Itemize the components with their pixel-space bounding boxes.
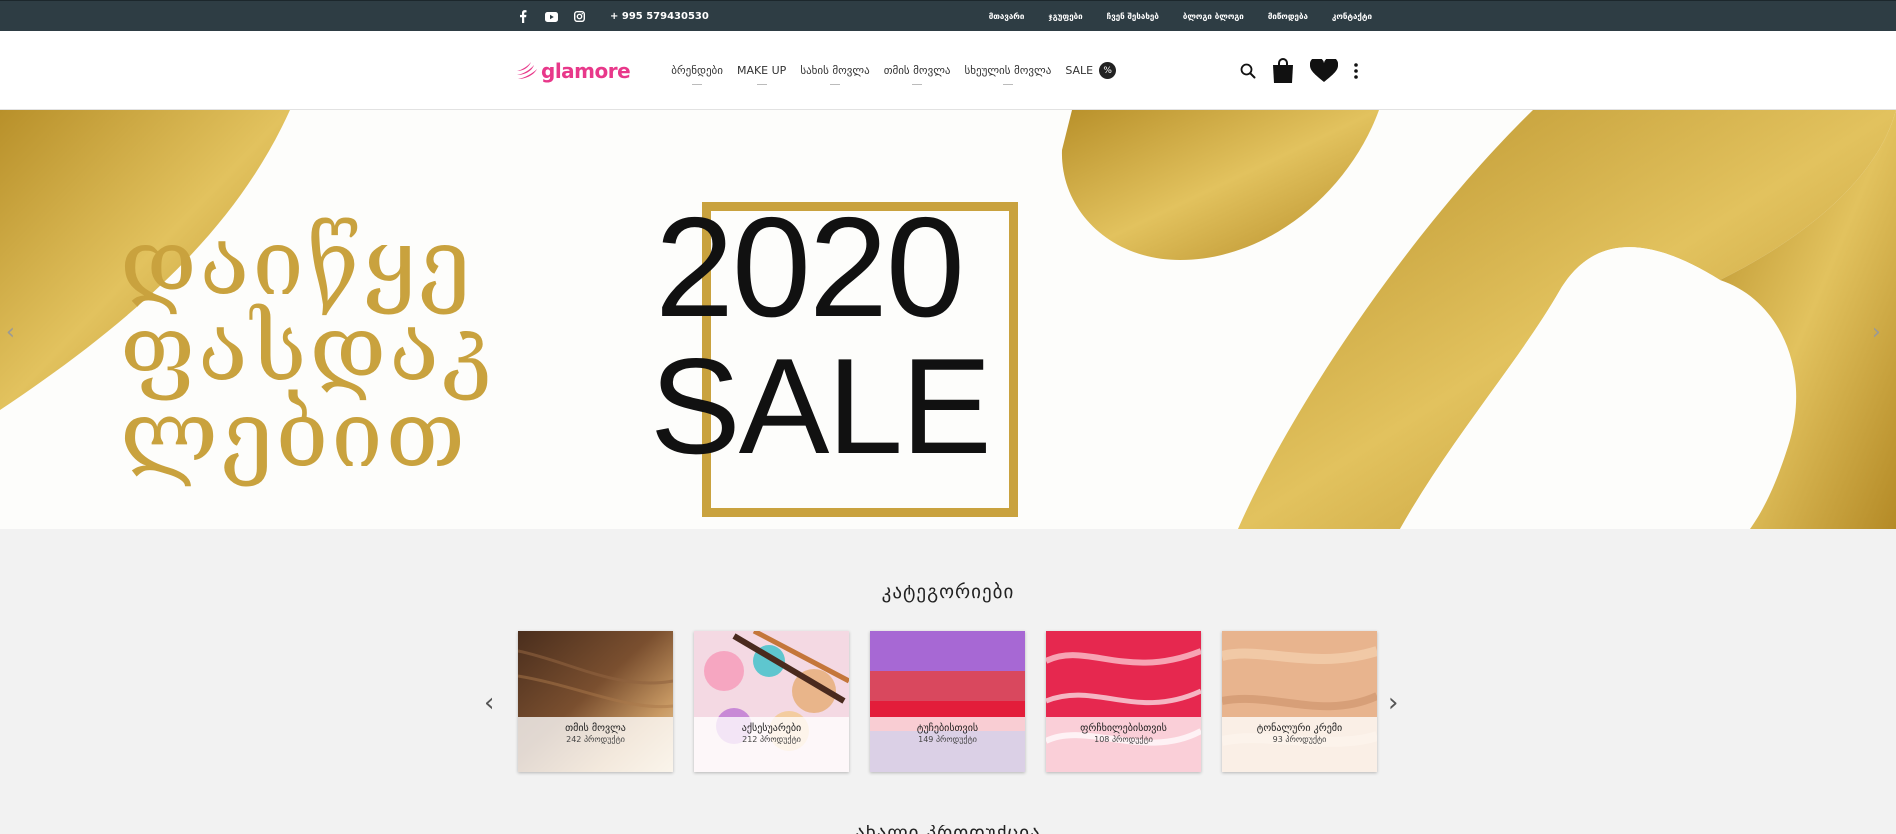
next-section-title: ახალი პროდუქცია (0, 825, 1896, 834)
category-card-accessories[interactable]: აქსესუარები 212 პროდუქტი (694, 631, 849, 772)
category-label: ტონალური კრემი 93 პროდუქტი (1222, 717, 1377, 772)
top-links: მთავარი ჯგუფები ჩვენ შესახებ ბლოგი ბლოგი… (989, 12, 1372, 21)
main-header: glamore ბრენდები MAKE UP სახის მოვლა თმი… (0, 31, 1896, 110)
logo-icon (517, 61, 537, 79)
nav-hair-care-label: თმის მოვლა (883, 64, 951, 77)
top-bar: + 995 579430530 მთავარი ჯგუფები ჩვენ შეს… (0, 0, 1896, 31)
category-count: 242 პროდუქტი (566, 735, 625, 744)
category-card-hair[interactable]: თმის მოვლა 242 პროდუქტი (518, 631, 673, 772)
category-label: ფრჩხილებისთვის 108 პროდუქტი (1046, 717, 1201, 772)
category-card-lips[interactable]: ტუჩებისთვის 149 პროდუქტი (870, 631, 1025, 772)
categories-carousel: თმის მოვლა 242 პროდუქტი აქსესუარები 212 … (518, 631, 1377, 772)
instagram-icon[interactable] (572, 10, 586, 24)
search-icon[interactable] (1240, 63, 1256, 79)
category-label: თმის მოვლა 242 პროდუქტი (518, 717, 673, 772)
category-count: 212 პროდუქტი (742, 735, 801, 744)
nav-dash (756, 84, 767, 85)
heart-icon[interactable] (1310, 58, 1338, 83)
hero-line-1: დაიწყე (120, 209, 474, 316)
nav-brands-label: ბრენდები (671, 64, 723, 77)
top-link-blog[interactable]: ბლოგი ბლოგი (1183, 12, 1244, 21)
nav-face-care-label: სახის მოვლა (800, 64, 870, 77)
top-link-groups[interactable]: ჯგუფები (1048, 12, 1082, 21)
category-name: ფრჩხილებისთვის (1080, 723, 1167, 734)
category-count: 93 პროდუქტი (1272, 735, 1327, 744)
categories-prev-arrow[interactable]: ‹ (484, 688, 494, 718)
facebook-icon[interactable] (516, 10, 530, 24)
category-name: ტუჩებისთვის (916, 723, 979, 734)
sale-percent-badge: % (1099, 62, 1117, 79)
phone-number[interactable]: + 995 579430530 (610, 11, 709, 22)
category-name: თმის მოვლა (565, 723, 626, 734)
top-link-contact[interactable]: კონტაქტი (1332, 12, 1372, 21)
top-link-about[interactable]: ჩვენ შესახებ (1107, 12, 1159, 21)
nav-dash (830, 84, 840, 85)
youtube-icon[interactable] (544, 10, 558, 24)
nav-dash (692, 84, 703, 85)
categories-section: კატეგორიები ‹ თმის მოვლა 242 პროდუქტი აქ… (0, 529, 1896, 834)
category-card-foundation[interactable]: ტონალური კრემი 93 პროდუქტი (1222, 631, 1377, 772)
social-links: + 995 579430530 (516, 10, 709, 24)
hero-banner[interactable]: დაიწყე ფასდაკ ლებით 2020 SALE ‹ › (0, 110, 1896, 529)
hero-sale: SALE (650, 330, 992, 482)
nav-sale[interactable]: SALE% (1065, 56, 1117, 85)
shopping-bag-icon[interactable] (1272, 57, 1294, 84)
hero-line-3: ლებით (120, 381, 468, 488)
categories-title: კატეგორიები (881, 581, 1015, 603)
nav-dash (1002, 84, 1013, 85)
top-link-delivery[interactable]: მიწოდება (1268, 12, 1308, 21)
category-card-nails[interactable]: ფრჩხილებისთვის 108 პროდუქტი (1046, 631, 1201, 772)
nav-sale-label: SALE (1065, 64, 1094, 77)
hero-headline: დაიწყე ფასდაკ ლებით (120, 209, 496, 488)
nav-face-care[interactable]: სახის მოვლა (800, 58, 870, 85)
more-vertical-icon[interactable] (1354, 62, 1358, 79)
category-name: ტონალური კრემი (1256, 723, 1343, 734)
nav-hair-care[interactable]: თმის მოვლა (883, 58, 951, 85)
category-count: 108 პროდუქტი (1094, 735, 1153, 744)
nav-makeup[interactable]: MAKE UP (736, 58, 787, 85)
category-label: ტუჩებისთვის 149 პროდუქტი (870, 717, 1025, 772)
category-label: აქსესუარები 212 პროდუქტი (694, 717, 849, 772)
hero-next-arrow[interactable]: › (1872, 320, 1881, 345)
hero-line-2: ფასდაკ (120, 295, 496, 402)
nav-body-care[interactable]: სხეულის მოვლა (964, 58, 1052, 85)
categories-next-arrow[interactable]: › (1388, 688, 1398, 718)
logo[interactable]: glamore (516, 58, 631, 83)
category-count: 149 პროდუქტი (918, 735, 977, 744)
top-link-home[interactable]: მთავარი (989, 12, 1025, 21)
hero-prev-arrow[interactable]: ‹ (6, 320, 15, 345)
hero-year: 2020 (655, 188, 965, 347)
nav-makeup-label: MAKE UP (736, 64, 787, 77)
header-actions (1240, 57, 1372, 84)
category-name: აქსესუარები (741, 723, 802, 734)
nav-dash (912, 84, 923, 85)
nav-brands[interactable]: ბრენდები (671, 58, 723, 85)
main-nav: ბრენდები MAKE UP სახის მოვლა თმის მოვლა … (671, 56, 1117, 85)
nav-body-care-label: სხეულის მოვლა (964, 64, 1052, 77)
logo-text: glamore (541, 58, 631, 83)
